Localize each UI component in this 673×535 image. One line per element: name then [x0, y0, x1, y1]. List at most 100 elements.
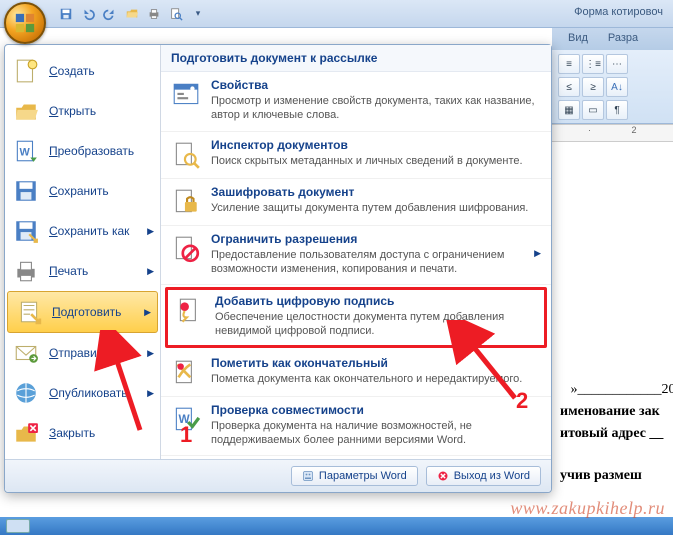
menu-item-send[interactable]: Отправить ▶: [5, 333, 160, 373]
prepare-item-final[interactable]: Пометить как окончательный Пометка докуме…: [161, 350, 551, 397]
preview-icon: [169, 7, 183, 21]
qat-quickprint-button[interactable]: [144, 4, 164, 24]
submenu-arrow-icon: ▶: [147, 226, 154, 237]
word-options-button[interactable]: Параметры Word: [291, 466, 418, 486]
ribbon-tab-developer[interactable]: Разра: [602, 30, 644, 50]
office-logo-icon: [14, 12, 36, 34]
prepare-item-desc: Проверка документа на наличие возможност…: [211, 419, 541, 448]
menu-item-publish[interactable]: Опубликовать ▶: [5, 373, 160, 413]
menu-item-label: Подготовить: [52, 305, 121, 319]
watermark: www.zakupkihelp.ru: [510, 498, 665, 519]
prepare-item-title: Инспектор документов: [211, 138, 541, 152]
prepare-item-desc: Предоставление пользователям доступа с о…: [211, 248, 524, 277]
exit-word-label: Выход из Word: [454, 470, 530, 482]
qat-preview-button[interactable]: [166, 4, 186, 24]
menu-item-label: Преобразовать: [49, 144, 134, 158]
prepare-item-desc: Пометка документа как окончательного и н…: [211, 372, 541, 386]
rb-sort-button[interactable]: A↓: [606, 77, 628, 97]
rb-indent-right-button[interactable]: ≥: [582, 77, 604, 97]
saveas-icon: [13, 218, 39, 244]
prepare-icon: [16, 299, 42, 325]
rb-shade-button[interactable]: ▦: [558, 100, 580, 120]
menu-item-prepare[interactable]: Подготовить ▶: [7, 291, 158, 333]
menu-item-label: Отправить: [49, 346, 109, 360]
taskbar: [0, 517, 673, 535]
final-icon: [171, 358, 201, 388]
prepare-item-desc: Усиление защиты документа путем добавлен…: [211, 201, 541, 215]
close-icon: [13, 420, 39, 446]
convert-icon: W: [13, 138, 39, 164]
menu-item-new[interactable]: Создать: [5, 51, 160, 91]
rb-border-button[interactable]: ▭: [582, 100, 604, 120]
undo-icon: [81, 7, 95, 21]
send-icon: [13, 340, 39, 366]
prepare-item-title: Свойства: [211, 78, 541, 92]
office-menu-right: Подготовить документ к рассылке Свойства…: [161, 45, 551, 459]
office-menu-left: Создать Открыть W Преобразовать Сохранить Сох…: [5, 45, 161, 459]
menu-item-label: Печать: [49, 264, 88, 278]
annotation-number-1: 1: [180, 422, 192, 448]
options-icon: [302, 470, 314, 482]
submenu-arrow-icon: ▶: [147, 388, 154, 399]
prepare-item-restrict[interactable]: Ограничить разрешенияПредоставление поль…: [161, 226, 551, 286]
printer-icon: [147, 7, 161, 21]
exit-word-button[interactable]: Выход из Word: [426, 466, 541, 486]
prepare-item-encrypt[interactable]: Зашифровать документ Усиление защиты доку…: [161, 179, 551, 226]
menu-item-save[interactable]: Сохранить: [5, 171, 160, 211]
restrict-icon: [171, 234, 201, 264]
menu-item-saveas[interactable]: Сохранить как ▶: [5, 211, 160, 251]
exit-icon: [437, 470, 449, 482]
inspect-icon: [171, 140, 201, 170]
document-area[interactable]: »____________20 именование зак итовый ад…: [552, 142, 673, 495]
doc-line: именование зак: [560, 404, 665, 420]
open-icon: [13, 98, 39, 124]
print-icon: [13, 258, 39, 284]
menu-item-close[interactable]: Закрыть: [5, 413, 160, 453]
ribbon: ≡ ⋮≡ ⋯ ≤ ≥ A↓ ▦ ▭ ¶: [552, 50, 673, 124]
menu-item-convert[interactable]: W Преобразовать: [5, 131, 160, 171]
new-icon: [13, 58, 39, 84]
rb-multilist-button[interactable]: ⋯: [606, 54, 628, 74]
prepare-item-sign[interactable]: Добавить цифровую подписьОбеспечение цел…: [165, 287, 547, 348]
menu-item-label: Сохранить: [49, 184, 109, 198]
redo-icon: [103, 7, 117, 21]
taskbar-item[interactable]: [6, 519, 30, 533]
menu-item-open[interactable]: Открыть: [5, 91, 160, 131]
submenu-arrow-icon: ▶: [534, 248, 541, 259]
prepare-item-properties[interactable]: Свойства Просмотр и изменение свойств док…: [161, 72, 551, 132]
rb-para-button[interactable]: ¶: [606, 100, 628, 120]
menu-item-print[interactable]: Печать ▶: [5, 251, 160, 291]
prepare-item-title: Зашифровать документ: [211, 185, 541, 199]
rb-numlist-button[interactable]: ⋮≡: [582, 54, 604, 74]
annotation-number-2: 2: [516, 388, 528, 414]
qat-redo-button[interactable]: [100, 4, 120, 24]
prepare-item-desc: Обеспечение целостности документа путем …: [215, 310, 537, 339]
menu-item-label: Создать: [49, 64, 95, 78]
ruler: · 2 · · · 1 ·: [552, 124, 673, 142]
submenu-arrow-icon: ▶: [147, 348, 154, 359]
office-button[interactable]: [4, 2, 46, 44]
save-icon: [13, 178, 39, 204]
prepare-item-compat[interactable]: WПроверка совместимостиПроверка документ…: [161, 397, 551, 457]
qat-customize-button[interactable]: ▾: [188, 4, 208, 24]
rb-list-button[interactable]: ≡: [558, 54, 580, 74]
sign-icon: [175, 296, 205, 326]
ribbon-tab-view[interactable]: Вид: [562, 30, 594, 50]
prepare-item-desc: Просмотр и изменение свойств документа, …: [211, 94, 541, 123]
prepare-item-inspect[interactable]: Инспектор документовПоиск скрытых метада…: [161, 132, 551, 179]
menu-item-label: Опубликовать: [49, 386, 127, 400]
menu-item-label: Открыть: [49, 104, 96, 118]
doc-line: »____________20: [560, 382, 665, 398]
qat-undo-button[interactable]: [78, 4, 98, 24]
submenu-arrow-icon: ▶: [147, 266, 154, 277]
menu-item-label: Сохранить как: [49, 224, 129, 238]
qat-open-button[interactable]: [122, 4, 142, 24]
submenu-arrow-icon: ▶: [144, 307, 151, 318]
doc-line: учив размеш: [560, 468, 665, 484]
qat-save-button[interactable]: [56, 4, 76, 24]
prepare-item-title: Пометить как окончательный: [211, 356, 541, 370]
office-menu: Создать Открыть W Преобразовать Сохранить Сох…: [4, 44, 552, 493]
rb-indent-left-button[interactable]: ≤: [558, 77, 580, 97]
encrypt-icon: [171, 187, 201, 217]
properties-icon: [171, 80, 201, 110]
